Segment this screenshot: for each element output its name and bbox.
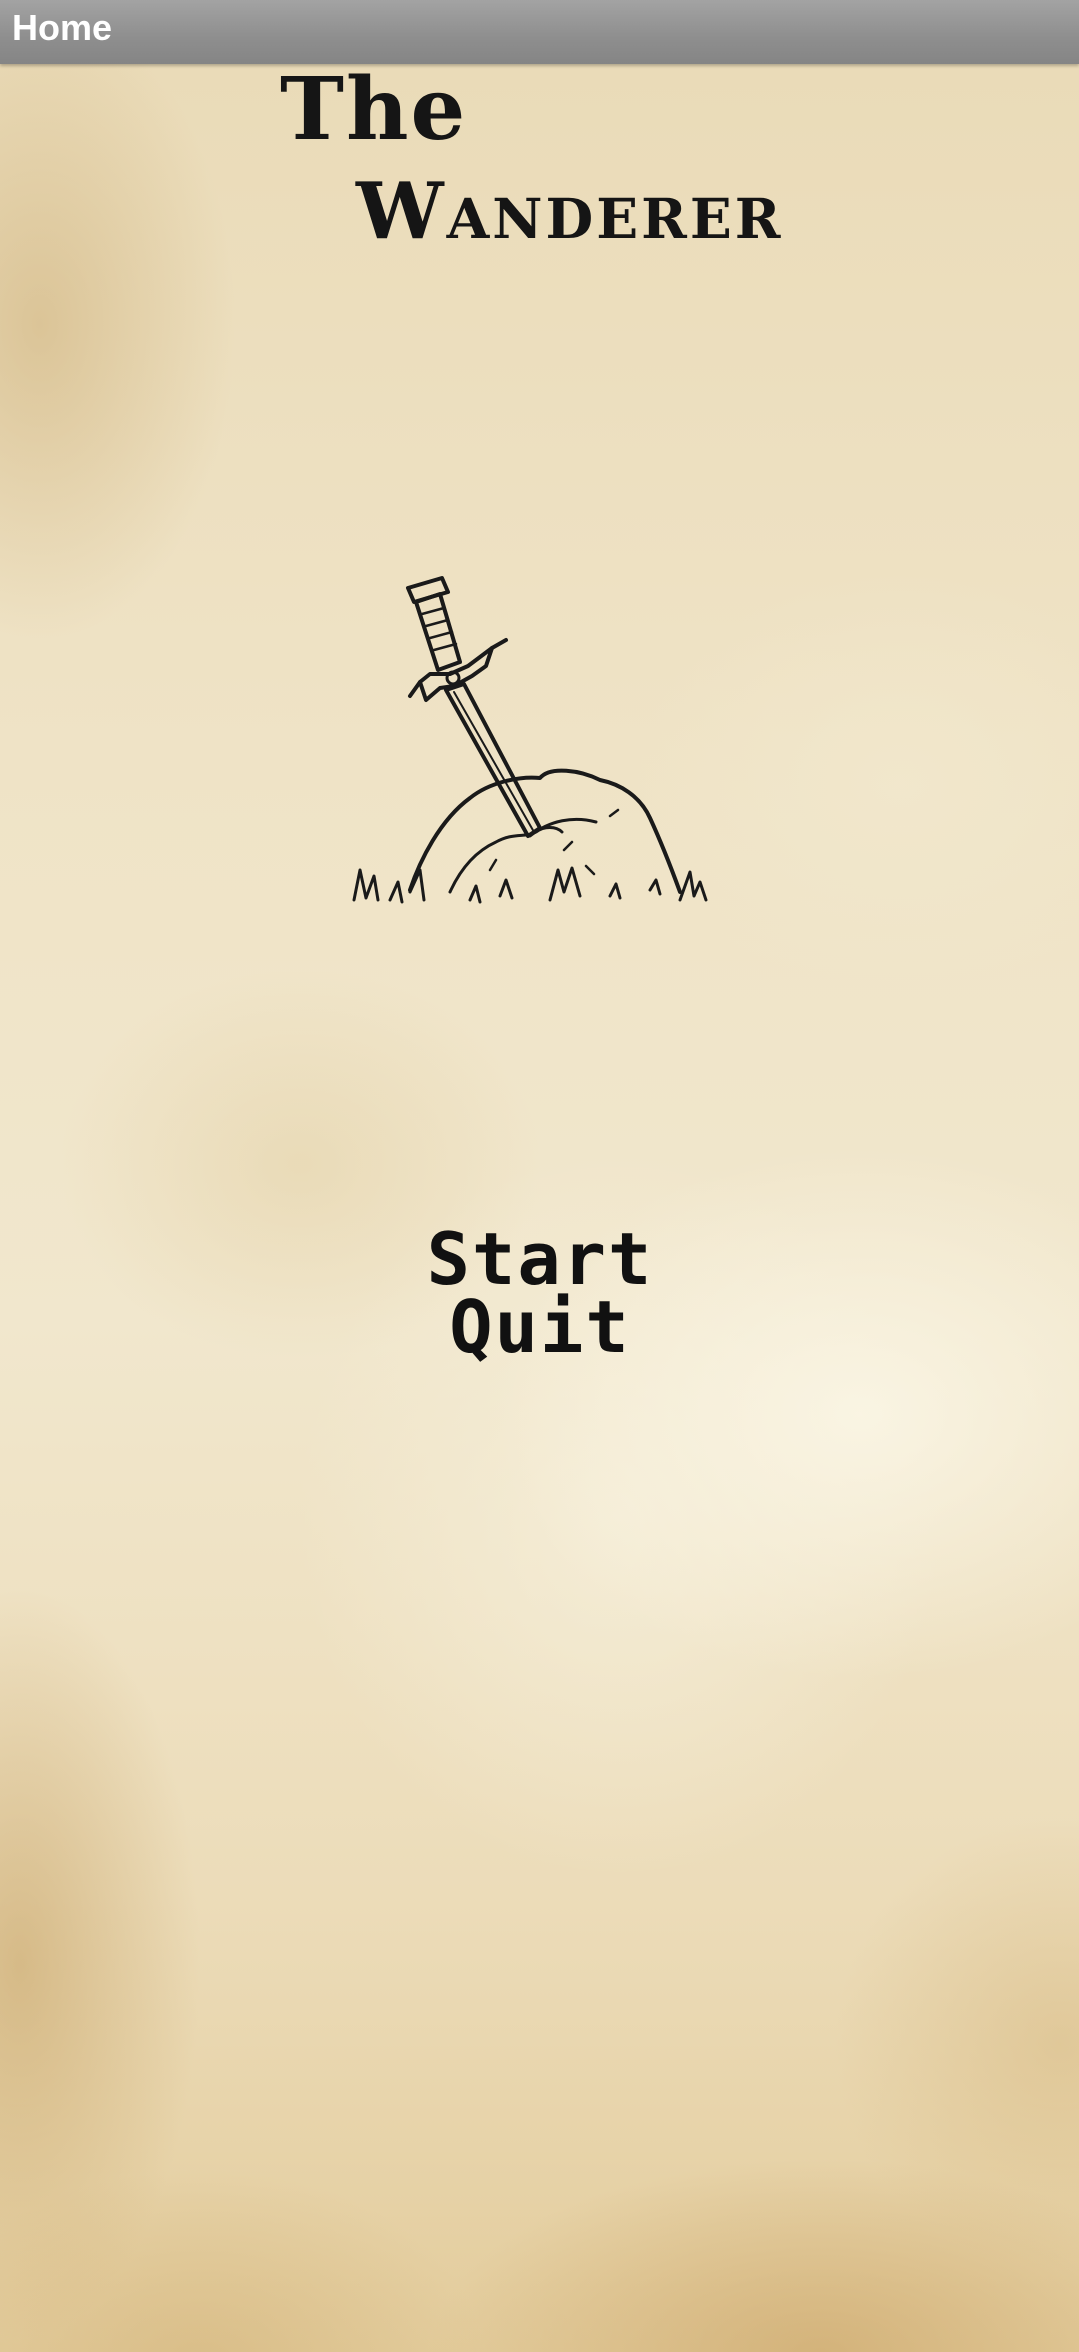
quit-button[interactable]: Quit bbox=[380, 1291, 700, 1363]
game-title-line-1: The bbox=[280, 59, 468, 160]
action-bar: Home bbox=[0, 0, 1079, 64]
start-button[interactable]: Start bbox=[380, 1223, 700, 1295]
parchment-background bbox=[0, 64, 1079, 2352]
game-title-line-2: Wanderer bbox=[356, 166, 784, 257]
sword-in-stone-icon bbox=[352, 576, 708, 904]
game-title: The Wanderer bbox=[280, 62, 820, 282]
main-menu: Start Quit bbox=[380, 1223, 700, 1363]
screen-title: Home bbox=[12, 7, 113, 48]
